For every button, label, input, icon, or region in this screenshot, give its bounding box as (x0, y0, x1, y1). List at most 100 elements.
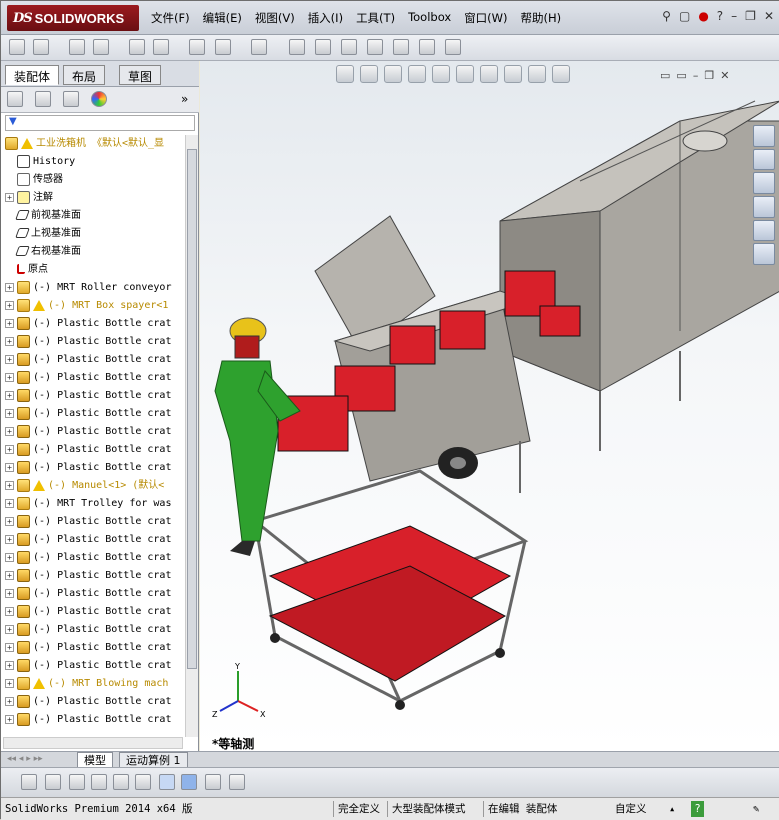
insert-component-icon[interactable] (33, 39, 49, 55)
rebuild-status-icon[interactable]: ✎ (753, 801, 759, 817)
traffic-light-icon[interactable]: ● (698, 9, 708, 23)
tab-model[interactable]: 模型 (77, 752, 113, 768)
exploded-view-icon[interactable] (341, 39, 357, 55)
play-icon[interactable] (21, 774, 37, 790)
tree-item[interactable]: + (-) Plastic Bottle crat (1, 459, 185, 477)
tab-sketch[interactable]: 草图 (119, 65, 162, 85)
restore-icon[interactable]: ❐ (745, 9, 756, 23)
home-icon[interactable] (753, 125, 775, 147)
tree-item[interactable]: History (1, 153, 185, 171)
tab-assembly[interactable]: 装配体 (5, 65, 60, 85)
tree-item[interactable]: + (-) Plastic Bottle crat (1, 711, 185, 729)
assembly-features-icon[interactable] (215, 39, 231, 55)
custom-properties-icon[interactable] (753, 243, 775, 266)
explode-line-icon[interactable] (367, 39, 383, 55)
expand-icon[interactable]: + (5, 606, 14, 616)
tree-item[interactable]: + (-) Plastic Bottle crat (1, 315, 185, 333)
smart-fasteners-icon[interactable] (129, 39, 145, 55)
help-icon[interactable]: ? (691, 801, 704, 817)
configuration-manager-icon[interactable] (63, 91, 79, 107)
timeline-icon[interactable] (135, 774, 151, 790)
tree-item[interactable]: + (-) Plastic Bottle crat (1, 567, 185, 585)
tree-vertical-scrollbar[interactable] (185, 135, 198, 737)
expand-icon[interactable]: + (5, 444, 14, 454)
menu-window[interactable]: 窗口(W) (464, 10, 507, 26)
expand-icon[interactable]: + (5, 300, 14, 310)
menu-tools[interactable]: 工具(T) (356, 10, 395, 26)
expand-icon[interactable]: + (5, 462, 14, 472)
expand-icon[interactable]: + (5, 408, 14, 418)
appearances-icon[interactable] (753, 219, 775, 242)
menu-toolbox[interactable]: Toolbox (408, 10, 451, 26)
mate-icon[interactable] (69, 39, 85, 55)
tab-motion-study[interactable]: 运动算例 1 (119, 752, 188, 768)
expand-icon[interactable]: + (5, 570, 14, 580)
display-manager-icon[interactable] (91, 91, 107, 107)
expand-icon[interactable]: + (5, 336, 14, 346)
expand-icon[interactable]: + (5, 282, 14, 292)
tree-item[interactable]: 传感器 (1, 171, 185, 189)
design-library-icon[interactable] (753, 148, 775, 171)
update-speedpak-icon[interactable] (419, 39, 435, 55)
chevron-up-icon[interactable]: ▴ (669, 801, 675, 817)
tree-item[interactable]: + (-) Plastic Bottle crat (1, 513, 185, 531)
file-explorer-icon[interactable] (753, 172, 775, 195)
help-icon[interactable]: ? (717, 9, 723, 23)
status-custom-units[interactable]: 自定义 (615, 801, 647, 817)
chart-icon[interactable] (159, 774, 175, 790)
move-component-icon[interactable] (153, 39, 169, 55)
tree-item[interactable]: 前视基准面 (1, 207, 185, 225)
property-manager-icon[interactable] (35, 91, 51, 107)
tree-item[interactable]: 原点 (1, 261, 185, 279)
nav-arrows-icon[interactable]: ◂◂ ◂ ▸ ▸▸ (7, 754, 43, 764)
instant3d-icon[interactable] (393, 39, 409, 55)
tree-item[interactable]: 右视基准面 (1, 243, 185, 261)
new-document-icon[interactable]: ▢ (679, 9, 690, 23)
menu-view[interactable]: 视图(V) (255, 10, 295, 26)
tree-item[interactable]: + (-) Plastic Bottle crat (1, 585, 185, 603)
expand-icon[interactable]: + (5, 714, 14, 724)
tree-item[interactable]: + (-) MRT Trolley for was (1, 495, 185, 513)
tree-item[interactable]: + (-) Plastic Bottle crat (1, 387, 185, 405)
expand-icon[interactable]: + (5, 678, 14, 688)
expand-icon[interactable]: + (5, 426, 14, 436)
expand-icon[interactable]: + (5, 660, 14, 670)
graphics-viewport[interactable]: ▭ ▭ – ❐ ✕ Y X Z *等轴测 (200, 61, 779, 751)
cube-view-icon[interactable] (181, 774, 197, 790)
expand-icon[interactable]: + (5, 354, 14, 364)
expand-icon[interactable]: + (5, 192, 14, 202)
expand-icon[interactable]: + (5, 696, 14, 706)
expand-icon[interactable]: + (5, 534, 14, 544)
tree-item[interactable]: + (-) Manuel<1> (默认< (1, 477, 185, 495)
expand-icon[interactable]: + (5, 390, 14, 400)
tree-root[interactable]: 工业洗箱机 《默认<默认_显 (1, 135, 185, 153)
tree-item[interactable]: + (-) MRT Roller conveyor (1, 279, 185, 297)
new-motion-study-icon[interactable] (289, 39, 305, 55)
show-hidden-icon[interactable] (189, 39, 205, 55)
tree-item[interactable]: + (-) Plastic Bottle crat (1, 369, 185, 387)
expand-icon[interactable]: + (5, 318, 14, 328)
tree-item[interactable]: + (-) Plastic Bottle crat (1, 531, 185, 549)
expand-icon[interactable]: + (5, 372, 14, 382)
list-icon[interactable] (91, 774, 107, 790)
tree-item[interactable]: + (-) Plastic Bottle crat (1, 549, 185, 567)
tree-item[interactable]: + (-) Plastic Bottle crat (1, 333, 185, 351)
feature-manager-icon[interactable] (7, 91, 23, 107)
menu-edit[interactable]: 编辑(E) (203, 10, 242, 26)
menu-file[interactable]: 文件(F) (151, 10, 190, 26)
tab-layout[interactable]: 布局 (63, 65, 106, 85)
tree-item[interactable]: + (-) Plastic Bottle crat (1, 693, 185, 711)
solidworks-logo[interactable]: DS SOLIDWORKS (7, 5, 139, 31)
menu-insert[interactable]: 插入(I) (308, 10, 343, 26)
component-pattern-icon[interactable] (93, 39, 109, 55)
pushpin-icon[interactable]: ⚲ (662, 9, 671, 23)
tree-item[interactable]: + (-) Plastic Bottle crat (1, 603, 185, 621)
expand-icon[interactable]: + (5, 498, 14, 508)
stop-icon[interactable] (45, 774, 61, 790)
chevron-right-icon[interactable]: » (181, 92, 188, 106)
edit-component-icon[interactable] (9, 39, 25, 55)
menu-help[interactable]: 帮助(H) (521, 10, 562, 26)
expand-icon[interactable]: + (5, 624, 14, 634)
take-snapshot-icon[interactable] (445, 39, 461, 55)
tree-item[interactable]: + (-) Plastic Bottle crat (1, 351, 185, 369)
